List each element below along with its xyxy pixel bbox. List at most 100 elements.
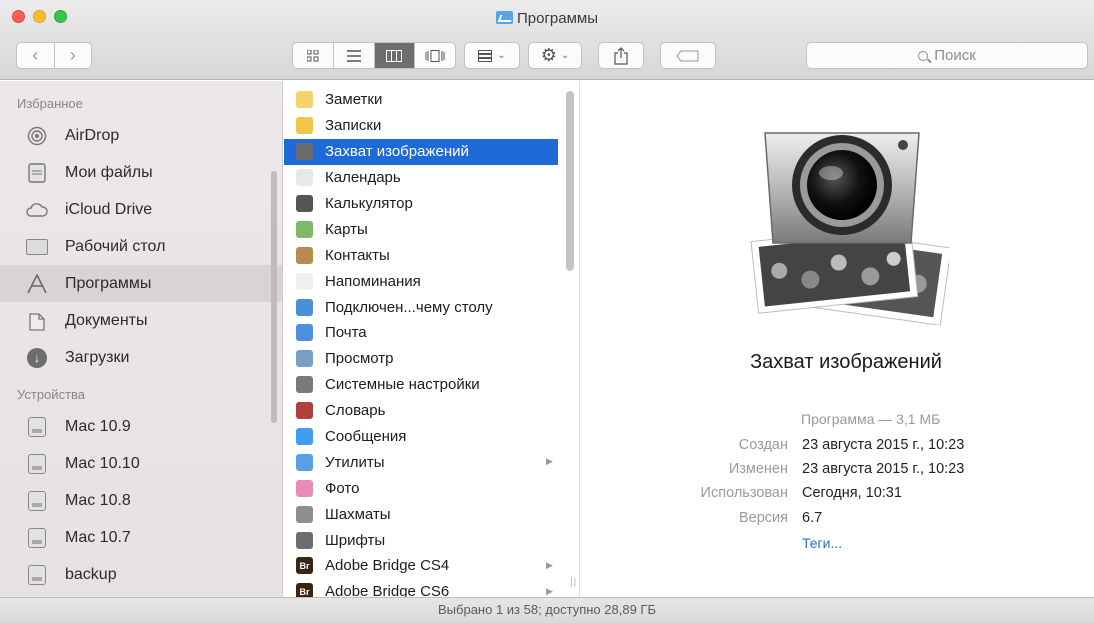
app-icon [296, 531, 313, 549]
sidebar-item-label: Программы [65, 274, 152, 292]
airdrop-icon [26, 125, 48, 147]
sidebar-item-downloads[interactable]: ↓ Загрузки [0, 339, 282, 376]
search-input[interactable]: Поиск [806, 42, 1088, 69]
list-view-button[interactable] [332, 43, 374, 68]
sidebar-item-documents[interactable]: Документы [0, 302, 282, 339]
back-button[interactable]: ‹ [17, 43, 54, 68]
file-name: Системные настройки [325, 376, 480, 394]
window-title-text: Программы [516, 10, 599, 27]
sidebar-scrollbar[interactable] [271, 171, 277, 423]
meta-key: Версия [738, 510, 788, 526]
documents-icon [26, 310, 48, 332]
all-files-icon [26, 162, 48, 184]
view-mode-selector [292, 42, 456, 69]
file-name: Шахматы [325, 505, 391, 523]
sidebar-item-label: Mac 10.9 [65, 417, 131, 435]
file-name: Сообщения [325, 428, 407, 446]
action-menu-button[interactable]: ⚙ ⌄ [528, 42, 582, 69]
file-list-item[interactable]: Шахматы [284, 501, 579, 527]
app-icon [296, 91, 313, 109]
chevron-down-icon: ⌄ [560, 50, 570, 61]
disk-icon [26, 453, 48, 475]
applications-folder-icon [495, 11, 513, 24]
search-placeholder: Поиск [934, 47, 976, 64]
app-icon [296, 479, 313, 497]
app-icon [296, 246, 313, 264]
tags-link[interactable]: Теги... [802, 535, 842, 551]
file-list-item[interactable]: Системные настройки [284, 372, 579, 398]
app-icon [296, 195, 313, 212]
file-list-item[interactable]: Записки [284, 113, 579, 139]
sidebar-item-disk[interactable]: Mac 10.9 [0, 408, 282, 445]
sidebar-item-applications[interactable]: Программы [0, 265, 282, 302]
app-icon [296, 220, 313, 238]
applications-icon [26, 273, 48, 295]
file-list-item[interactable]: Заметки [284, 87, 579, 113]
file-list-item[interactable]: Напоминания [284, 268, 579, 294]
app-icon [296, 117, 313, 135]
sidebar-item-desktop[interactable]: Рабочий стол [0, 228, 282, 265]
sidebar: Избранное AirDrop Мои файлы iCloud Drive… [0, 81, 283, 597]
meta-key: Изменен [728, 461, 788, 477]
search-icon [918, 50, 929, 61]
file-list-item[interactable]: Утилиты ▶ [284, 449, 579, 475]
file-list-item[interactable]: Просмотр [284, 346, 579, 372]
column-resize-handle[interactable]: || [570, 577, 577, 588]
cover-flow-view-button[interactable] [414, 43, 455, 68]
file-list-item[interactable]: Календарь [284, 165, 579, 191]
sidebar-item-disk[interactable]: Mac 10.7 [0, 519, 282, 556]
app-icon [296, 298, 313, 316]
app-icon [296, 376, 313, 394]
file-list-item[interactable]: Калькулятор [284, 191, 579, 217]
app-icon [296, 272, 313, 290]
sidebar-item-airdrop[interactable]: AirDrop [0, 117, 282, 154]
chevron-right-icon: ▶ [546, 585, 553, 596]
arrange-button[interactable]: ⌄ [464, 42, 520, 69]
forward-button[interactable]: › [53, 43, 92, 68]
file-name: Калькулятор [325, 195, 413, 212]
file-list-item[interactable]: Сообщения [284, 424, 579, 450]
file-list-item[interactable]: Захват изображений [284, 138, 558, 165]
sidebar-item-icloud-drive[interactable]: iCloud Drive [0, 191, 282, 228]
disk-icon [26, 416, 48, 438]
file-list-item[interactable]: Br Adobe Bridge CS6 ▶ [284, 579, 579, 597]
sidebar-item-label: Mac 10.10 [65, 454, 140, 472]
meta-value: 23 августа 2015 г., 10:23 [802, 437, 965, 453]
meta-value: Сегодня, 10:31 [802, 485, 902, 501]
tags-button[interactable] [660, 42, 716, 69]
sidebar-item-all-files[interactable]: Мои файлы [0, 154, 282, 191]
file-list-item[interactable]: Контакты [284, 242, 579, 268]
app-icon [296, 505, 313, 523]
file-name: Захват изображений [325, 143, 469, 161]
file-list-item[interactable]: Карты [284, 216, 579, 242]
icon-view-icon [306, 49, 319, 61]
sidebar-item-label: iCloud Drive [65, 200, 153, 218]
file-list-item[interactable]: Br Adobe Bridge CS4 ▶ [284, 553, 579, 579]
app-icon: Br [296, 557, 313, 575]
sidebar-item-disk[interactable]: Mac 10.8 [0, 482, 282, 519]
downloads-icon: ↓ [26, 347, 48, 369]
column-view-button[interactable] [373, 43, 415, 68]
preview-app-name: Захват изображений [750, 351, 942, 373]
file-list: Заметки Записки Захват изображений Календар… [284, 87, 579, 597]
file-list-item[interactable]: Почта [284, 320, 579, 346]
file-name: Напоминания [325, 272, 421, 290]
sidebar-item-disk[interactable]: backup [0, 556, 282, 593]
file-list-item[interactable]: Словарь [284, 398, 579, 424]
disk-icon [26, 490, 48, 512]
file-name: Почта [325, 324, 367, 342]
file-list-item[interactable]: Подключен...чему столу [284, 294, 579, 320]
sidebar-item-label: Mac 10.7 [65, 528, 131, 546]
file-name: Карты [325, 220, 368, 238]
file-list-item[interactable]: Шрифты [284, 527, 579, 553]
file-column-scrollbar[interactable] [566, 91, 574, 271]
share-button[interactable] [598, 42, 644, 69]
meta-key: Создан [738, 437, 788, 453]
file-list-item[interactable]: Фото [284, 475, 579, 501]
cover-flow-icon [425, 49, 445, 62]
chevron-right-icon: ▶ [546, 456, 553, 467]
arrange-icon [478, 49, 493, 62]
icon-view-button[interactable] [293, 43, 333, 68]
window-title: Программы [0, 10, 1094, 27]
sidebar-item-disk[interactable]: Mac 10.10 [0, 445, 282, 482]
